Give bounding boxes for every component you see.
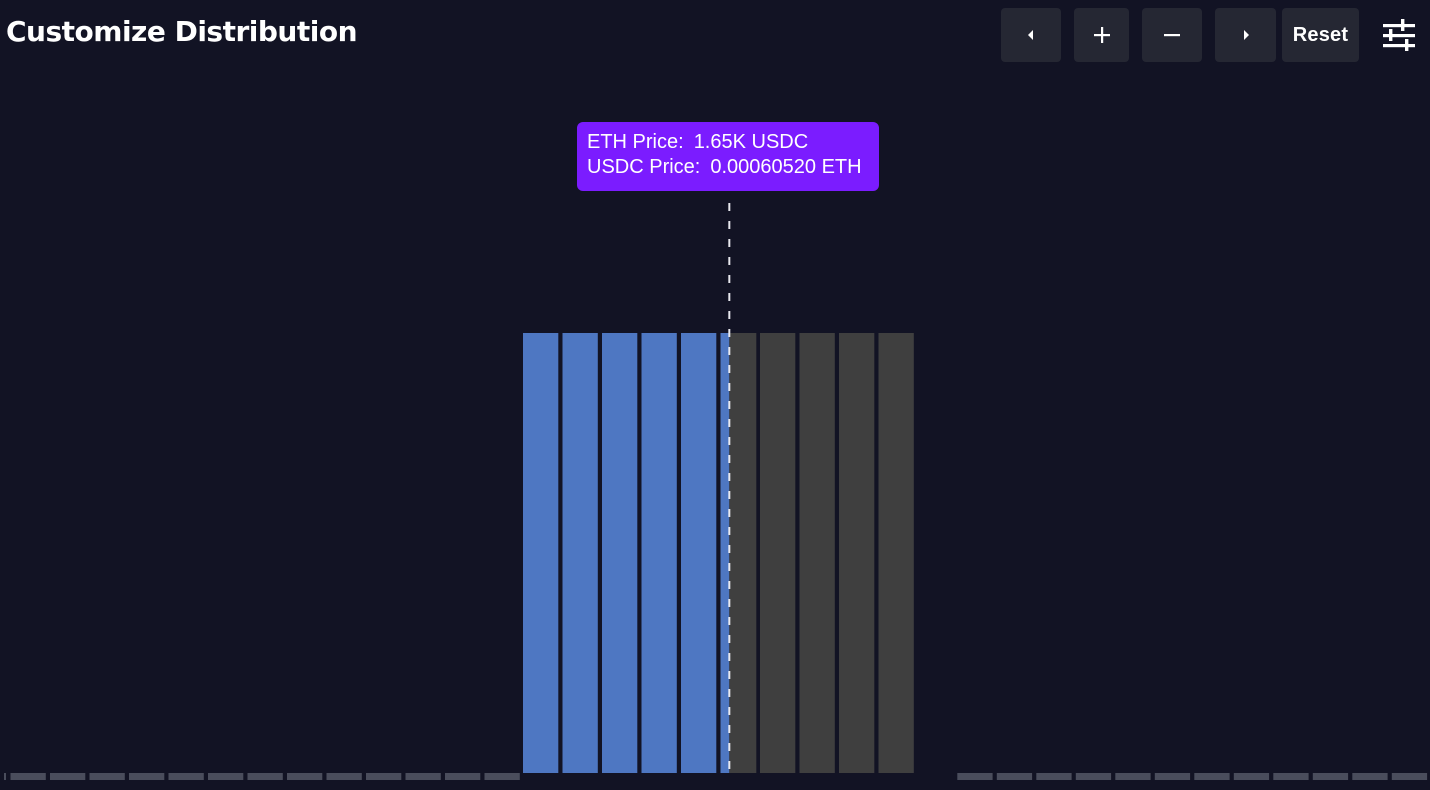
distribution-bar-inactive[interactable] bbox=[839, 333, 875, 773]
empty-bin-right[interactable] bbox=[1115, 773, 1151, 780]
distribution-bar-active[interactable] bbox=[641, 333, 677, 773]
empty-bin-edge[interactable] bbox=[4, 773, 6, 780]
distribution-bar-active[interactable] bbox=[562, 333, 598, 773]
distribution-bar-inactive[interactable] bbox=[878, 333, 914, 773]
empty-bin-left[interactable] bbox=[10, 773, 46, 780]
empty-bin-right[interactable] bbox=[1036, 773, 1072, 780]
eth-price-label: ETH Price: bbox=[587, 131, 684, 153]
empty-bin-left[interactable] bbox=[247, 773, 283, 780]
empty-bin-left[interactable] bbox=[89, 773, 125, 780]
empty-bin-left[interactable] bbox=[50, 773, 86, 780]
empty-bin-right[interactable] bbox=[957, 773, 993, 780]
empty-bin-left[interactable] bbox=[405, 773, 441, 780]
usdc-price-row: USDC Price: 0.00060520 ETH bbox=[587, 155, 879, 180]
empty-bin-left[interactable] bbox=[287, 773, 323, 780]
empty-bin-right[interactable] bbox=[1312, 773, 1349, 780]
eth-price-value: 1.65K USDC bbox=[693, 131, 809, 153]
distribution-bar-active[interactable] bbox=[681, 333, 717, 773]
distribution-bar-active[interactable] bbox=[720, 333, 730, 773]
empty-bin-left[interactable] bbox=[129, 773, 165, 780]
empty-bin-right[interactable] bbox=[1352, 773, 1388, 780]
empty-bin-left[interactable] bbox=[484, 773, 520, 780]
distribution-chart[interactable] bbox=[0, 0, 1430, 790]
distribution-bar-inactive[interactable] bbox=[729, 333, 757, 773]
empty-bin-right[interactable] bbox=[1194, 773, 1230, 780]
empty-bin-left[interactable] bbox=[366, 773, 402, 780]
empty-bin-right[interactable] bbox=[1391, 773, 1428, 780]
empty-bin-left[interactable] bbox=[445, 773, 481, 780]
eth-price-row: ETH Price: 1.65K USDC bbox=[587, 130, 879, 155]
empty-bin-right[interactable] bbox=[1233, 773, 1270, 780]
usdc-price-value: 0.00060520 ETH bbox=[710, 156, 862, 178]
distribution-bar-active[interactable] bbox=[602, 333, 638, 773]
distribution-bar-active[interactable] bbox=[523, 333, 559, 773]
empty-bin-left[interactable] bbox=[326, 773, 362, 780]
empty-bin-left[interactable] bbox=[168, 773, 204, 780]
distribution-bar-inactive[interactable] bbox=[799, 333, 835, 773]
distribution-bar-inactive[interactable] bbox=[760, 333, 796, 773]
price-tooltip: ETH Price: 1.65K USDC USDC Price: 0.000605… bbox=[577, 122, 879, 191]
distribution-panel: Customize Distribution Reset ETH Price: … bbox=[0, 0, 1430, 790]
empty-bin-right[interactable] bbox=[996, 773, 1033, 780]
empty-bin-right[interactable] bbox=[1154, 773, 1191, 780]
empty-bin-right[interactable] bbox=[1075, 773, 1112, 780]
empty-bin-right[interactable] bbox=[1273, 773, 1309, 780]
empty-bin-left[interactable] bbox=[208, 773, 244, 780]
usdc-price-label: USDC Price: bbox=[587, 156, 701, 178]
